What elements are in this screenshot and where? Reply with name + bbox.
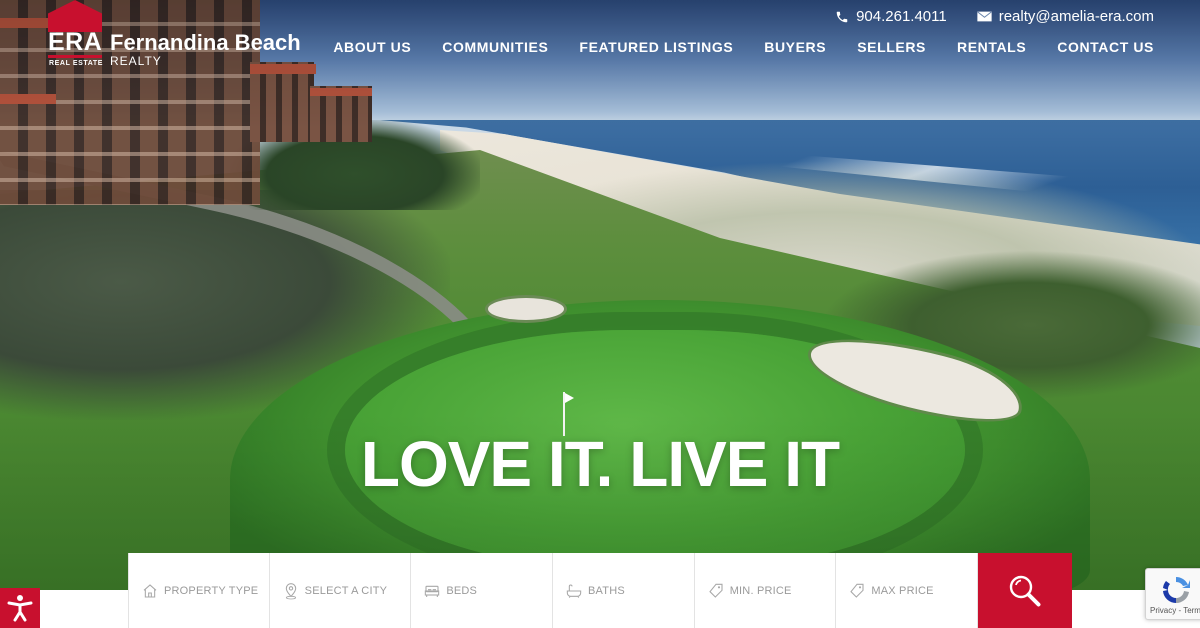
- baths-select[interactable]: BATHS: [553, 553, 695, 628]
- min-price-label: MIN. PRICE: [729, 584, 792, 597]
- accessibility-button[interactable]: [0, 588, 40, 628]
- property-type-label: PROPERTY TYPE: [164, 584, 259, 597]
- home-icon: [143, 583, 157, 598]
- site-logo[interactable]: ERA REAL ESTATE Fernandina Beach REALTY: [48, 0, 348, 70]
- phone-link[interactable]: 904.261.4011: [835, 8, 947, 25]
- bed-icon: [425, 585, 440, 597]
- nav-featured-listings[interactable]: FEATURED LISTINGS: [579, 40, 733, 54]
- hero-background: [0, 0, 1200, 590]
- recaptcha-badge[interactable]: Privacy - Terms: [1145, 568, 1200, 620]
- city-label: SELECT A CITY: [304, 584, 388, 597]
- city-select[interactable]: SELECT A CITY: [269, 553, 412, 628]
- contact-bar: 904.261.4011 realty@amelia-era.com: [835, 8, 1154, 25]
- envelope-icon: [977, 11, 992, 22]
- nav-sellers[interactable]: SELLERS: [857, 40, 926, 54]
- beds-label: BEDS: [446, 584, 478, 597]
- recaptcha-icon: [1163, 577, 1190, 604]
- logo-realty: REALTY: [110, 54, 162, 68]
- email-address: realty@amelia-era.com: [998, 8, 1154, 25]
- max-price-select[interactable]: MAX PRICE: [836, 553, 979, 628]
- logo-mark-sub: REAL ESTATE: [49, 60, 104, 67]
- hero-overlay: [0, 0, 1200, 590]
- price-tag-icon: [850, 583, 864, 598]
- baths-label: BATHS: [588, 584, 625, 597]
- main-nav: ABOUT US COMMUNITIES FEATURED LISTINGS B…: [333, 40, 1154, 54]
- map-pin-icon: [285, 582, 296, 599]
- logo-mark: ERA: [48, 28, 103, 56]
- min-price-select[interactable]: MIN. PRICE: [694, 553, 837, 628]
- nav-rentals[interactable]: RENTALS: [957, 40, 1026, 54]
- property-search-bar: PROPERTY TYPE SELECT A CITY BEDS BATHS M…: [128, 553, 1073, 628]
- price-tag-icon: [708, 583, 723, 598]
- phone-number: 904.261.4011: [856, 8, 947, 25]
- hero-headline: LOVE IT. LIVE IT: [360, 428, 840, 500]
- nav-about-us[interactable]: ABOUT US: [333, 40, 411, 54]
- phone-icon: [836, 11, 848, 22]
- nav-buyers[interactable]: BUYERS: [764, 40, 826, 54]
- email-link[interactable]: realty@amelia-era.com: [977, 8, 1154, 25]
- beds-select[interactable]: BEDS: [411, 553, 554, 628]
- nav-communities[interactable]: COMMUNITIES: [442, 40, 548, 54]
- logo-divider: [48, 55, 102, 58]
- accessibility-icon: [7, 595, 33, 622]
- search-button[interactable]: [978, 553, 1073, 628]
- logo-name: Fernandina Beach: [110, 30, 301, 55]
- search-icon: [1009, 575, 1041, 606]
- bathtub-icon: [566, 584, 582, 598]
- nav-contact-us[interactable]: CONTACT US: [1057, 40, 1154, 54]
- property-type-select[interactable]: PROPERTY TYPE: [128, 553, 270, 628]
- max-price-label: MAX PRICE: [871, 584, 934, 597]
- recaptcha-links[interactable]: Privacy - Terms: [1150, 607, 1200, 615]
